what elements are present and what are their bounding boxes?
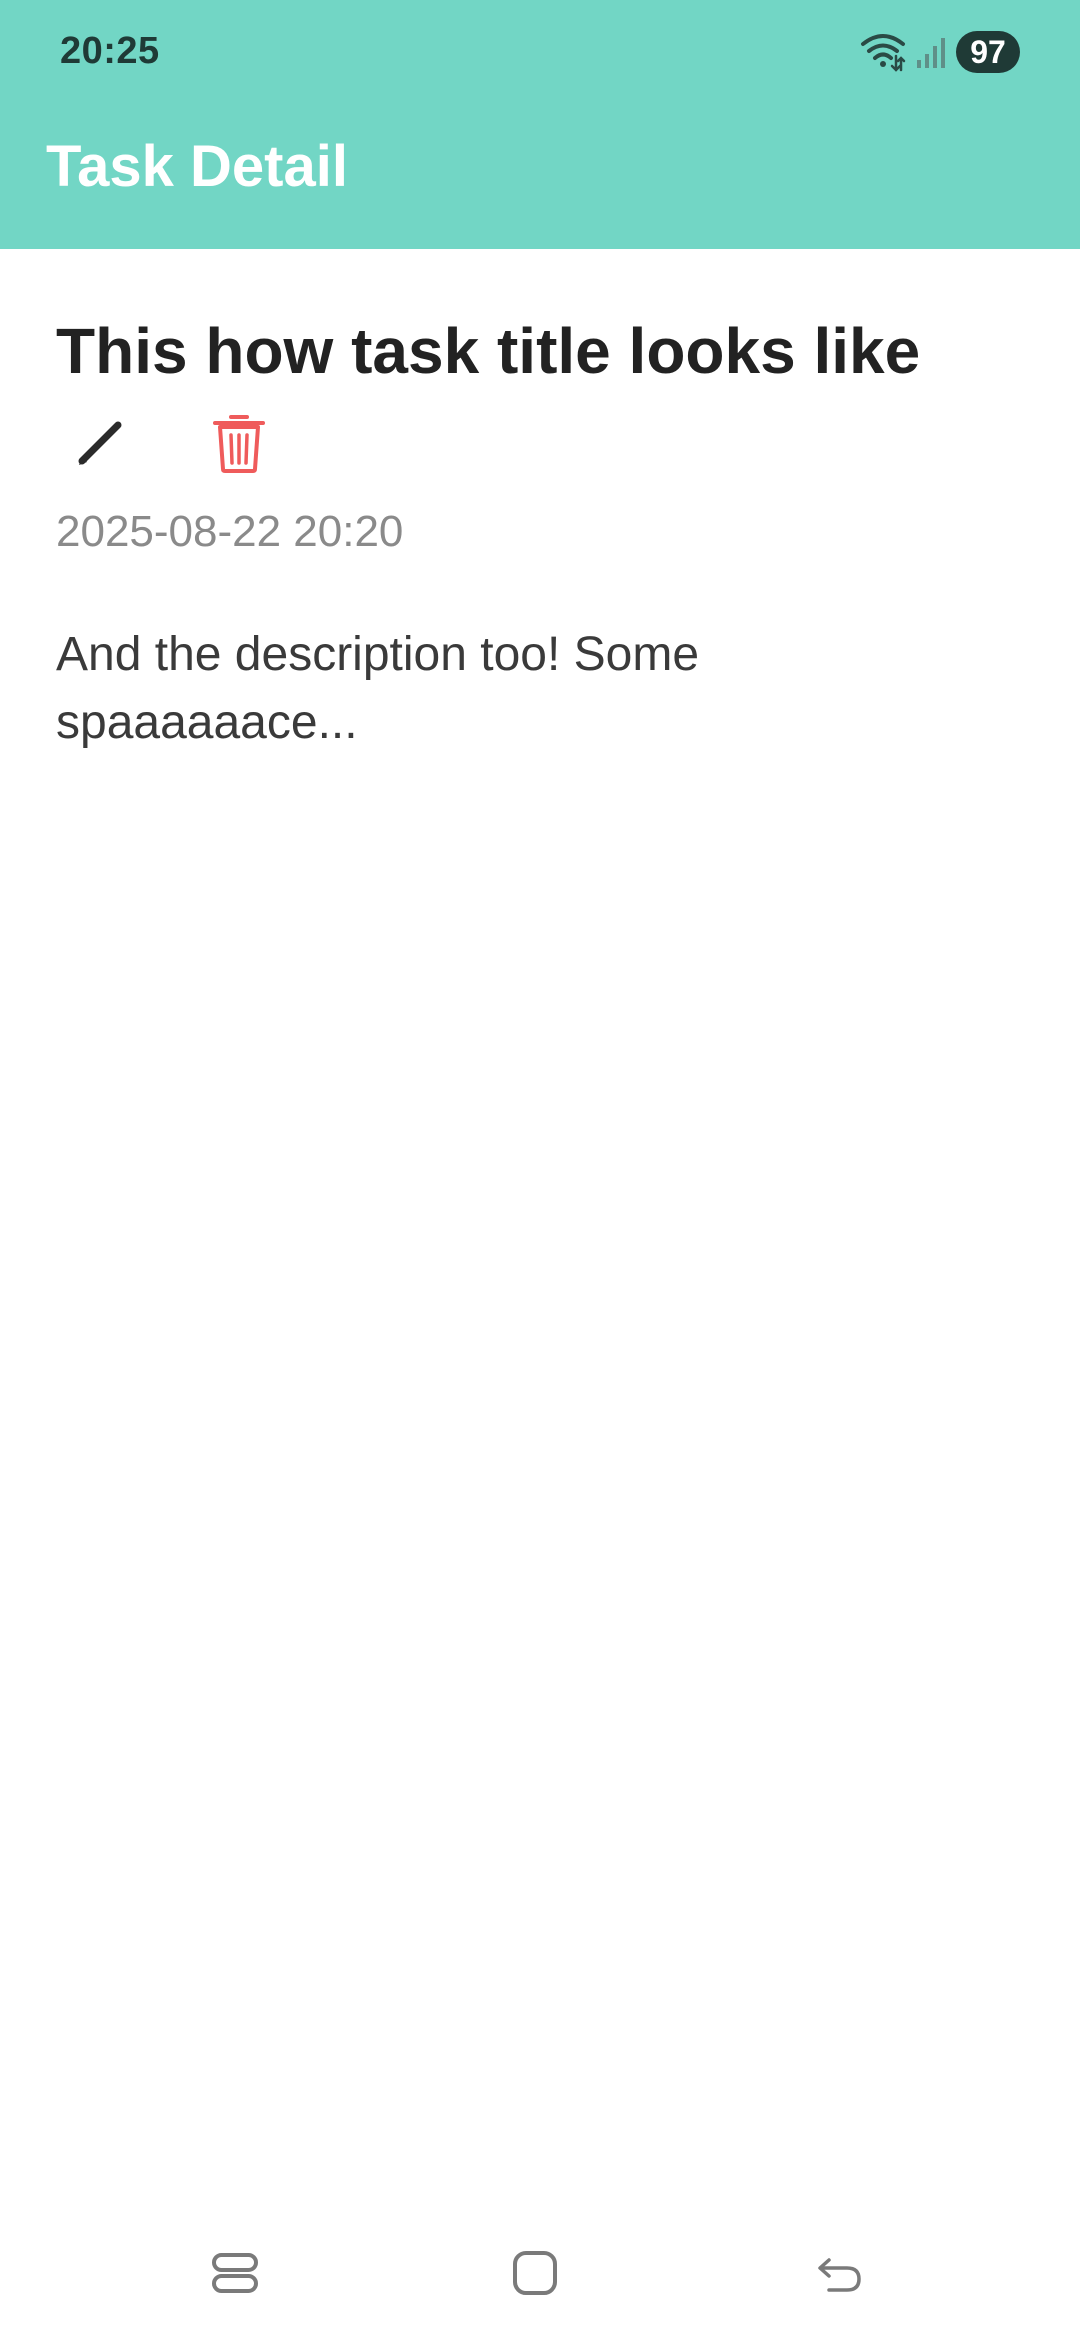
page-title: Task Detail [46, 134, 348, 199]
navigation-bar [0, 2200, 1080, 2340]
pencil-icon [68, 409, 134, 480]
status-time: 20:25 [60, 30, 160, 72]
back-icon [815, 2248, 865, 2303]
edit-button[interactable] [56, 399, 146, 489]
status-bar: 20:25 97 [0, 0, 1080, 105]
task-content: This how task title looks like 2025-08-2… [0, 249, 1080, 2199]
task-actions [56, 399, 284, 489]
home-icon [510, 2248, 560, 2303]
task-date: 2025-08-22 20:20 [56, 507, 404, 556]
top-bar: 20:25 97 Task Detail [0, 0, 1080, 249]
home-button[interactable] [490, 2230, 580, 2320]
task-description: And the description too! Some spaaaaaace… [56, 628, 700, 749]
wifi-icon [860, 32, 906, 72]
task-detail-screen: 20:25 97 Task Detail This how task title… [0, 0, 1080, 2340]
delete-button[interactable] [194, 399, 284, 489]
signal-icon [916, 34, 946, 70]
status-icons: 97 [860, 28, 1020, 76]
battery-indicator: 97 [956, 31, 1020, 73]
trash-icon [209, 409, 269, 480]
app-bar: Task Detail [0, 105, 1080, 249]
task-title: This how task title looks like [56, 315, 921, 387]
recents-button[interactable] [190, 2230, 280, 2320]
back-button[interactable] [795, 2230, 885, 2320]
recents-icon [210, 2248, 260, 2303]
